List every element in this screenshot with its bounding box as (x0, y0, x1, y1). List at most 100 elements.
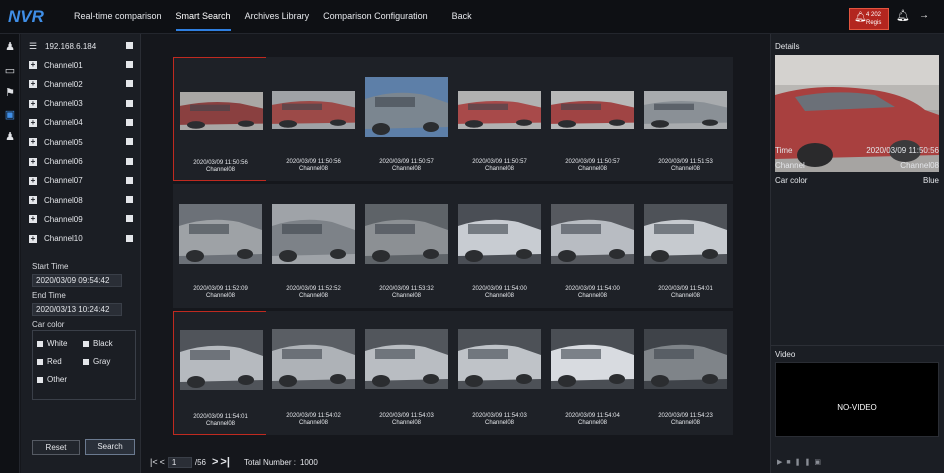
result-card[interactable]: 2020/03/09 11:50:57 Channel08 (359, 57, 454, 181)
logout-icon[interactable]: → (919, 10, 929, 21)
nav-archives-library[interactable]: Archives Library (245, 11, 310, 31)
vehicle-snapshot (458, 329, 541, 389)
license-plate-icon[interactable]: ▭ (3, 64, 17, 80)
result-time: 2020/03/09 11:50:56 (286, 159, 341, 165)
play-icon[interactable]: ▶ (777, 459, 786, 466)
network-device-icon: ☰ (29, 40, 38, 51)
alarm-label: Regis (866, 20, 882, 26)
face-recognition-icon[interactable]: ♟ (3, 40, 17, 56)
channel-row[interactable]: + Channel05 (29, 134, 137, 150)
expand-plus-icon[interactable]: + (29, 99, 37, 108)
pause-icon[interactable]: ❚❚ (795, 459, 815, 466)
nav-comparison-configuration[interactable]: Comparison Configuration (323, 11, 428, 31)
vehicle-icon[interactable]: ▣ (3, 108, 17, 124)
result-time: 2020/03/09 11:54:03 (472, 413, 527, 419)
expand-plus-icon[interactable]: + (29, 61, 37, 69)
channel-row[interactable]: + Channel10 (29, 231, 137, 247)
channel-checkbox[interactable] (126, 215, 133, 223)
result-card[interactable]: 2020/03/09 11:50:57 Channel08 (452, 57, 547, 181)
expand-plus-icon[interactable]: + (29, 196, 37, 205)
result-time: 2020/03/09 11:54:01 (193, 414, 248, 420)
page-number-input[interactable]: 1 (167, 456, 192, 468)
channel-checkbox[interactable] (126, 138, 133, 146)
result-card[interactable]: 2020/03/09 11:52:52 Channel08 (266, 184, 361, 308)
expand-plus-icon[interactable]: + (29, 215, 37, 224)
nav-back[interactable]: Back (452, 11, 472, 31)
vehicle-snapshot (272, 329, 355, 389)
expand-plus-icon[interactable]: + (29, 118, 37, 127)
result-time: 2020/03/09 11:50:57 (472, 159, 527, 165)
color-gray-checkbox[interactable]: Gray (83, 357, 110, 366)
result-card[interactable]: 2020/03/09 11:54:00 Channel08 (452, 184, 547, 308)
end-time-input[interactable]: 2020/03/13 10:24:42 (32, 303, 122, 316)
reset-button[interactable]: Reset (32, 440, 80, 455)
last-page-button[interactable]: >| (220, 456, 230, 468)
expand-plus-icon[interactable]: + (29, 157, 37, 166)
result-card[interactable]: 2020/03/09 11:51:53 Channel08 (638, 57, 733, 181)
result-card[interactable]: 2020/03/09 11:54:01 Channel08 (638, 184, 733, 308)
device-row[interactable]: ☰ 192.168.6.184 (29, 38, 137, 54)
nav-realtime-comparison[interactable]: Real-time comparison (74, 11, 162, 31)
channel-row[interactable]: + Channel06 (29, 154, 137, 170)
device-checkbox[interactable] (126, 42, 133, 49)
prev-page-button[interactable]: < (160, 457, 165, 467)
nav-smart-search[interactable]: Smart Search (175, 11, 231, 31)
channel-checkbox[interactable] (126, 118, 133, 126)
person-attributes-icon[interactable]: ♟ (3, 130, 17, 146)
result-card[interactable]: 2020/03/09 11:52:09 Channel08 (173, 184, 268, 308)
result-time: 2020/03/09 11:54:00 (565, 286, 620, 292)
start-time-input[interactable]: 2020/03/09 09:54:42 (32, 274, 122, 287)
color-red-checkbox[interactable]: Red (37, 357, 62, 366)
vehicle-snapshot (551, 204, 634, 264)
result-card[interactable]: 2020/03/09 11:54:02 Channel08 (266, 311, 361, 435)
result-card[interactable]: 2020/03/09 11:50:56 Channel08 (173, 57, 268, 181)
stop-icon[interactable]: ■ (786, 459, 794, 466)
expand-plus-icon[interactable]: + (29, 234, 37, 243)
channel-row[interactable]: + Channel04 (29, 115, 137, 131)
expand-plus-icon[interactable]: + (29, 176, 37, 185)
alarm-badge[interactable]: 🔔︎ 4 202 Regis (849, 8, 889, 30)
channel-checkbox[interactable] (126, 196, 133, 204)
color-other-checkbox[interactable]: Other (37, 375, 67, 384)
channel-row[interactable]: + Channel02 (29, 76, 137, 92)
color-white-checkbox[interactable]: White (37, 339, 67, 348)
channel-row[interactable]: + Channel09 (29, 211, 137, 227)
notification-bell-icon[interactable]: 🔔︎ (896, 9, 910, 22)
video-player[interactable]: NO-VIDEO (775, 362, 939, 437)
fullscreen-icon[interactable]: ▣ (814, 459, 825, 466)
result-card[interactable]: 2020/03/09 11:54:23 Channel08 (638, 311, 733, 435)
channel-row[interactable]: + Channel01 (29, 57, 137, 73)
color-black-checkbox[interactable]: Black (83, 339, 113, 348)
result-card[interactable]: 2020/03/09 11:54:01 Channel08 (173, 311, 268, 435)
vehicle-snapshot (644, 204, 727, 264)
next-page-button[interactable]: > (212, 456, 218, 468)
vehicle-snapshot (551, 329, 634, 389)
result-channel: Channel08 (484, 293, 515, 299)
channel-row[interactable]: + Channel03 (29, 96, 137, 112)
result-card[interactable]: 2020/03/09 11:54:04 Channel08 (545, 311, 640, 435)
result-card[interactable]: 2020/03/09 11:50:56 Channel08 (266, 57, 361, 181)
car-color-label: Car color (32, 320, 65, 329)
result-time: 2020/03/09 11:50:57 (565, 159, 620, 165)
result-card[interactable]: 2020/03/09 11:54:00 Channel08 (545, 184, 640, 308)
result-card[interactable]: 2020/03/09 11:50:57 Channel08 (545, 57, 640, 181)
result-card[interactable]: 2020/03/09 11:54:03 Channel08 (452, 311, 547, 435)
first-page-button[interactable]: |< (150, 457, 158, 467)
result-card[interactable]: 2020/03/09 11:54:03 Channel08 (359, 311, 454, 435)
channel-checkbox[interactable] (126, 157, 133, 165)
expand-plus-icon[interactable]: + (29, 138, 37, 147)
channel-checkbox[interactable] (126, 234, 133, 242)
search-button[interactable]: Search (85, 439, 135, 455)
channel-checkbox[interactable] (126, 99, 133, 107)
detail-channel-row: Channel Channel08 (775, 161, 939, 170)
pedestrian-icon[interactable]: ⚑ (3, 86, 17, 102)
result-card[interactable]: 2020/03/09 11:53:32 Channel08 (359, 184, 454, 308)
channel-checkbox[interactable] (126, 80, 133, 88)
expand-plus-icon[interactable]: + (29, 80, 37, 89)
detail-channel-value: Channel08 (900, 161, 939, 170)
result-channel: Channel08 (577, 420, 608, 426)
channel-checkbox[interactable] (126, 61, 133, 68)
channel-row[interactable]: + Channel08 (29, 192, 137, 208)
channel-row[interactable]: + Channel07 (29, 173, 137, 189)
channel-checkbox[interactable] (126, 176, 133, 184)
